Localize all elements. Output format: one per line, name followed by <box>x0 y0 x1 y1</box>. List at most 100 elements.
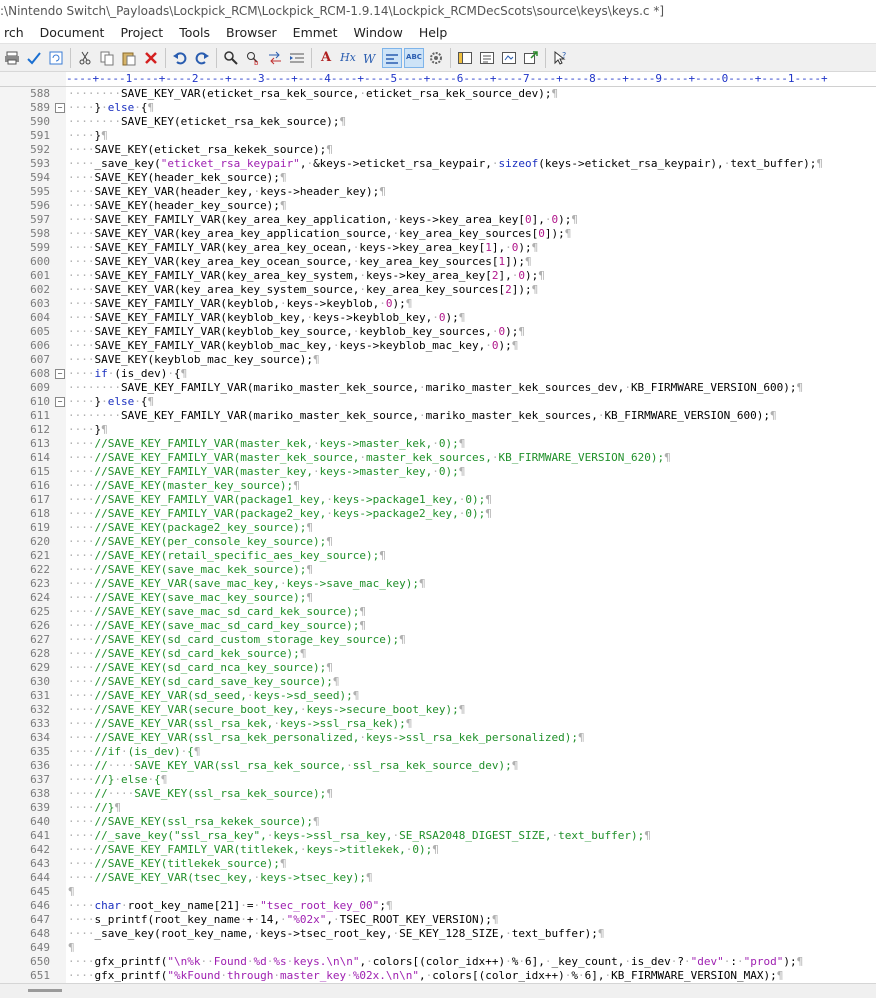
external-icon[interactable] <box>521 48 541 68</box>
code-line[interactable]: 626 ····//SAVE_KEY(save_mac_sd_card_key_s… <box>0 619 876 633</box>
delete-icon[interactable] <box>141 48 161 68</box>
code-line[interactable]: 642 ····//SAVE_KEY_FAMILY_VAR(titlekek,·k… <box>0 843 876 857</box>
code-line[interactable]: 612 ····}¶ <box>0 423 876 437</box>
code-editor[interactable]: 588 ········SAVE_KEY_VAR(eticket_rsa_kek_… <box>0 87 876 983</box>
indent-icon[interactable] <box>287 48 307 68</box>
spellcheck-icon[interactable] <box>24 48 44 68</box>
find-next-icon[interactable]: b <box>243 48 263 68</box>
code-line[interactable]: 602 ····SAVE_KEY_VAR(key_area_key_system_… <box>0 283 876 297</box>
panel-icon[interactable] <box>455 48 475 68</box>
code-line[interactable]: 636 ····//····SAVE_KEY_VAR(ssl_rsa_kek_so… <box>0 759 876 773</box>
scrollbar-thumb[interactable] <box>28 989 62 992</box>
code-line[interactable]: 617 ····//SAVE_KEY_FAMILY_VAR(package1_ke… <box>0 493 876 507</box>
font-icon[interactable]: A <box>316 48 336 68</box>
code-line[interactable]: 627 ····//SAVE_KEY(sd_card_custom_storage… <box>0 633 876 647</box>
code-line[interactable]: 609 ········SAVE_KEY_FAMILY_VAR(mariko_ma… <box>0 381 876 395</box>
find-icon[interactable] <box>221 48 241 68</box>
code-line[interactable]: 604 ····SAVE_KEY_FAMILY_VAR(keyblob_key,·… <box>0 311 876 325</box>
code-line[interactable]: 610− ····}·else·{¶ <box>0 395 876 409</box>
code-line[interactable]: 601 ····SAVE_KEY_FAMILY_VAR(key_area_key_… <box>0 269 876 283</box>
code-line[interactable]: 649 ¶ <box>0 941 876 955</box>
abc-icon[interactable]: ABC <box>404 47 424 68</box>
code-line[interactable]: 629 ····//SAVE_KEY(sd_card_nca_key_source… <box>0 661 876 675</box>
code-line[interactable]: 616 ····//SAVE_KEY(master_key_source);¶ <box>0 479 876 493</box>
code-line[interactable]: 611 ········SAVE_KEY_FAMILY_VAR(mariko_ma… <box>0 409 876 423</box>
code-line[interactable]: 603 ····SAVE_KEY_FAMILY_VAR(keyblob,·keys… <box>0 297 876 311</box>
code-line[interactable]: 596 ····SAVE_KEY(header_key_source);¶ <box>0 199 876 213</box>
code-line[interactable]: 639 ····//}¶ <box>0 801 876 815</box>
code-line[interactable]: 628 ····//SAVE_KEY(sd_card_kek_source);¶ <box>0 647 876 661</box>
code-line[interactable]: 606 ····SAVE_KEY_FAMILY_VAR(keyblob_mac_k… <box>0 339 876 353</box>
code-line[interactable]: 613 ····//SAVE_KEY_FAMILY_VAR(master_kek,… <box>0 437 876 451</box>
code-line[interactable]: 638 ····//····SAVE_KEY(ssl_rsa_kek_source… <box>0 787 876 801</box>
word-wrap-icon[interactable]: W <box>360 48 380 68</box>
code-line[interactable]: 621 ····//SAVE_KEY(retail_specific_aes_ke… <box>0 549 876 563</box>
code-line[interactable]: 650 ····gfx_printf("\n%k··Found·%d·%s·key… <box>0 955 876 969</box>
show-spaces-icon[interactable] <box>382 47 402 68</box>
code-line[interactable]: 614 ····//SAVE_KEY_FAMILY_VAR(master_kek_… <box>0 451 876 465</box>
list-icon[interactable] <box>477 48 497 68</box>
code-line[interactable]: 595 ····SAVE_KEY_VAR(header_key,·keys->he… <box>0 185 876 199</box>
code-line[interactable]: 605 ····SAVE_KEY_FAMILY_VAR(keyblob_key_s… <box>0 325 876 339</box>
code-line[interactable]: 645 ¶ <box>0 885 876 899</box>
code-line[interactable]: 651 ····gfx_printf("%kFound·through·maste… <box>0 969 876 983</box>
code-line[interactable]: 637 ····//}·else·{¶ <box>0 773 876 787</box>
code-line[interactable]: 608− ····if·(is_dev)·{¶ <box>0 367 876 381</box>
menu-emmet[interactable]: Emmet <box>289 22 338 43</box>
code-line[interactable]: 635 ····//if·(is_dev)·{¶ <box>0 745 876 759</box>
code-line[interactable]: 643 ····//SAVE_KEY(titlekek_source);¶ <box>0 857 876 871</box>
code-line[interactable]: 591 ····}¶ <box>0 129 876 143</box>
replace-icon[interactable] <box>265 48 285 68</box>
code-line[interactable]: 597 ····SAVE_KEY_FAMILY_VAR(key_area_key_… <box>0 213 876 227</box>
preview-icon[interactable] <box>499 48 519 68</box>
cut-icon[interactable] <box>75 48 95 68</box>
code-line[interactable]: 640 ····//SAVE_KEY(ssl_rsa_kekek_source);… <box>0 815 876 829</box>
code-line[interactable]: 625 ····//SAVE_KEY(save_mac_sd_card_kek_s… <box>0 605 876 619</box>
code-line[interactable]: 630 ····//SAVE_KEY(sd_card_save_key_sourc… <box>0 675 876 689</box>
menu-browser[interactable]: Browser <box>222 22 277 43</box>
code-line[interactable]: 644 ····//SAVE_KEY_VAR(tsec_key,·keys->ts… <box>0 871 876 885</box>
code-line[interactable]: 632 ····//SAVE_KEY_VAR(secure_boot_key,·k… <box>0 703 876 717</box>
menu-document[interactable]: Document <box>36 22 105 43</box>
print-icon[interactable] <box>2 48 22 68</box>
code-line[interactable]: 590 ········SAVE_KEY(eticket_rsa_kek_sour… <box>0 115 876 129</box>
fold-toggle-icon[interactable]: − <box>55 103 65 113</box>
horizontal-scrollbar[interactable] <box>0 983 876 998</box>
menu-help[interactable]: Help <box>415 22 448 43</box>
menu-rch[interactable]: rch <box>0 22 24 43</box>
code-line[interactable]: 623 ····//SAVE_KEY_VAR(save_mac_key,·keys… <box>0 577 876 591</box>
code-line[interactable]: 646 ····char·root_key_name[21]·=·"tsec_ro… <box>0 899 876 913</box>
menu-project[interactable]: Project <box>116 22 163 43</box>
code-line[interactable]: 631 ····//SAVE_KEY_VAR(sd_seed,·keys->sd_… <box>0 689 876 703</box>
code-line[interactable]: 599 ····SAVE_KEY_FAMILY_VAR(key_area_key_… <box>0 241 876 255</box>
code-line[interactable]: 598 ····SAVE_KEY_VAR(key_area_key_applica… <box>0 227 876 241</box>
redo-icon[interactable] <box>192 48 212 68</box>
hex-icon[interactable]: Hx <box>338 48 358 68</box>
code-line[interactable]: 633 ····//SAVE_KEY_VAR(ssl_rsa_kek,·keys-… <box>0 717 876 731</box>
code-line[interactable]: 641 ····//_save_key("ssl_rsa_key",·keys->… <box>0 829 876 843</box>
code-line[interactable]: 615 ····//SAVE_KEY_FAMILY_VAR(master_key,… <box>0 465 876 479</box>
undo-icon[interactable] <box>170 48 190 68</box>
code-line[interactable]: 619 ····//SAVE_KEY(package2_key_source);¶ <box>0 521 876 535</box>
code-line[interactable]: 620 ····//SAVE_KEY(per_console_key_source… <box>0 535 876 549</box>
copy-icon[interactable] <box>97 48 117 68</box>
code-line[interactable]: 589− ····}·else·{¶ <box>0 101 876 115</box>
settings-icon[interactable] <box>426 48 446 68</box>
menu-tools[interactable]: Tools <box>175 22 210 43</box>
code-line[interactable]: 618 ····//SAVE_KEY_FAMILY_VAR(package2_ke… <box>0 507 876 521</box>
fold-toggle-icon[interactable]: − <box>55 397 65 407</box>
code-line[interactable]: 592 ····SAVE_KEY(eticket_rsa_kekek_source… <box>0 143 876 157</box>
code-line[interactable]: 594 ····SAVE_KEY(header_kek_source);¶ <box>0 171 876 185</box>
code-line[interactable]: 624 ····//SAVE_KEY(save_mac_key_source);¶ <box>0 591 876 605</box>
code-line[interactable]: 634 ····//SAVE_KEY_VAR(ssl_rsa_kek_person… <box>0 731 876 745</box>
context-help-icon[interactable]: ? <box>550 48 570 68</box>
code-line[interactable]: 647 ····s_printf(root_key_name·+·14,·"%02… <box>0 913 876 927</box>
code-line[interactable]: 622 ····//SAVE_KEY(save_mac_kek_source);¶ <box>0 563 876 577</box>
fold-toggle-icon[interactable]: − <box>55 369 65 379</box>
paste-icon[interactable] <box>119 48 139 68</box>
code-line[interactable]: 648 ····_save_key(root_key_name, · keys->ts… <box>0 927 876 941</box>
code-line[interactable]: 593 ····_save_key("eticket_rsa_keypair",·… <box>0 157 876 171</box>
menu-window[interactable]: Window <box>350 22 403 43</box>
refresh-icon[interactable] <box>46 48 66 68</box>
code-line[interactable]: 607 ····SAVE_KEY(keyblob_mac_key_source);… <box>0 353 876 367</box>
